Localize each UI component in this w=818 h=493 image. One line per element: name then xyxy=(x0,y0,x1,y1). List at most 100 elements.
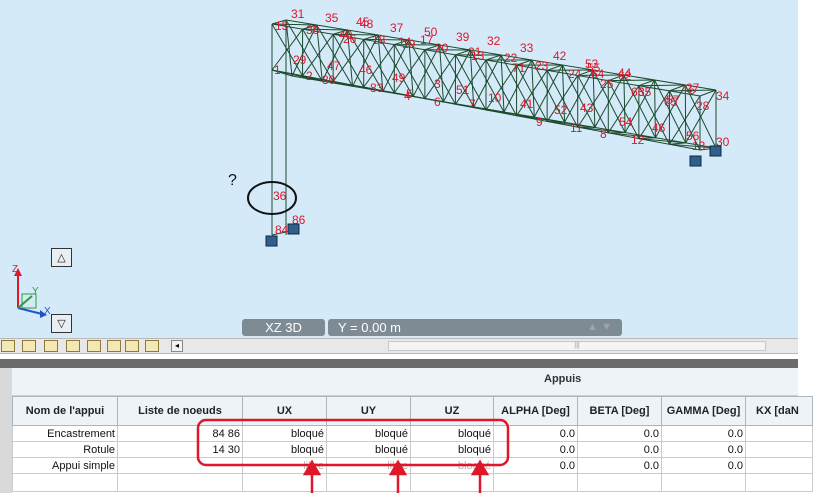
node-label: 51 xyxy=(456,83,470,97)
uz-cell[interactable]: bloqué xyxy=(410,457,494,474)
column-header[interactable]: ALPHA [Deg] xyxy=(493,396,578,426)
uz-cell[interactable]: bloqué xyxy=(410,441,494,458)
beta-cell[interactable]: 0.0 xyxy=(577,457,662,474)
grid-icon[interactable] xyxy=(22,340,36,352)
node-label: 17 xyxy=(420,33,434,47)
uy-cell[interactable]: bloqué xyxy=(326,425,411,442)
node-label: 34 xyxy=(716,89,730,103)
column-header[interactable]: Liste de noeuds xyxy=(117,396,243,426)
row-gutter xyxy=(0,368,12,493)
column-header[interactable]: GAMMA [Deg] xyxy=(661,396,746,426)
gamma-cell[interactable]: 0.0 xyxy=(661,457,746,474)
view-mode-label[interactable]: XZ 3D xyxy=(242,319,325,336)
axis-x-label: X xyxy=(44,306,50,317)
node-label: 2 xyxy=(306,69,313,83)
support-icon[interactable] xyxy=(44,340,58,352)
load-icon[interactable] xyxy=(66,340,80,352)
scroll-left-button[interactable]: ◂ xyxy=(171,340,183,352)
node-label: 84 xyxy=(275,223,289,237)
ux-cell[interactable]: libre xyxy=(242,457,327,474)
node-label: 27 xyxy=(686,81,700,95)
node-label: 31 xyxy=(291,7,305,21)
axis-y-label: Y xyxy=(32,286,39,297)
support-marker xyxy=(287,223,300,235)
uy-cell[interactable]: bloqué xyxy=(326,441,411,458)
node-list-cell[interactable] xyxy=(117,457,243,474)
node-label: 10 xyxy=(488,91,502,105)
support-name-cell[interactable]: Rotule xyxy=(12,441,118,458)
support-name-cell[interactable]: Appui simple xyxy=(12,457,118,474)
axis-z-label: Z xyxy=(12,264,18,275)
coordinate-arrows-icon[interactable]: ▲ ▼ xyxy=(587,319,612,336)
view-toolbar: ◂ ||| xyxy=(0,338,798,354)
node-label: 28 xyxy=(696,99,710,113)
kx-cell[interactable] xyxy=(745,457,813,474)
panel-separator[interactable] xyxy=(0,359,798,368)
ux-cell[interactable]: bloqué xyxy=(242,425,327,442)
beta-cell[interactable]: 0.0 xyxy=(577,425,662,442)
kx-cell[interactable] xyxy=(745,441,813,458)
column-header[interactable]: BETA [Deg] xyxy=(577,396,662,426)
node-label: 23 xyxy=(535,59,549,73)
gamma-cell[interactable]: 0.0 xyxy=(661,425,746,442)
node-label: 35 xyxy=(325,11,339,25)
uz-cell[interactable]: bloqué xyxy=(410,425,494,442)
node-label: 32 xyxy=(487,34,501,48)
table-row[interactable]: Encastrement 84 86 bloqué bloqué bloqué … xyxy=(12,425,813,442)
node-list-cell[interactable]: 84 86 xyxy=(117,425,243,442)
node-label: 18 xyxy=(372,33,386,47)
node-label: 11 xyxy=(570,121,583,135)
node-label: 57 xyxy=(666,93,680,107)
3d-viewport[interactable]: 31 35 45 15 38 40 48 37 50 39 32 18 26 17 19 20 14 21 13 33… xyxy=(0,0,798,338)
kx-cell[interactable] xyxy=(745,425,813,442)
node-label: 5 xyxy=(406,87,413,101)
node-label: 29 xyxy=(293,53,307,67)
rotate-up-button[interactable]: △ xyxy=(51,248,72,267)
node-list-cell[interactable]: 14 30 xyxy=(117,441,243,458)
column-header[interactable]: KX [daN xyxy=(745,396,813,426)
support-markers xyxy=(265,145,722,247)
node-label: 42 xyxy=(553,49,567,63)
alpha-cell[interactable]: 0.0 xyxy=(493,441,578,458)
node-label: 9 xyxy=(536,115,543,129)
column-header[interactable]: UX xyxy=(242,396,327,426)
table-group-title: Appuis xyxy=(544,373,582,385)
node-label: 24 xyxy=(568,67,582,81)
gamma-cell[interactable]: 0.0 xyxy=(661,441,746,458)
coordinate-label[interactable]: Y = 0.00 m ▲ ▼ xyxy=(328,319,622,336)
column-header[interactable]: UZ xyxy=(410,396,494,426)
axis-gizmo: Z Y X △ ▽ xyxy=(10,248,74,334)
rotate-down-button[interactable]: ▽ xyxy=(51,314,72,333)
node-label: 35 xyxy=(638,85,652,99)
truss-member xyxy=(608,79,655,82)
numbering-icon[interactable] xyxy=(145,340,159,352)
node-label: 46 xyxy=(359,63,373,77)
axis-triad-icon: Z Y X xyxy=(12,264,50,318)
node-label: 26 xyxy=(343,32,357,46)
structure-view: 31 35 4515 38 4048 37 50 39 321826 1719 2014211333… xyxy=(247,7,730,247)
node-label: 1 xyxy=(274,63,281,77)
alpha-cell[interactable]: 0.0 xyxy=(493,425,578,442)
frame-icon[interactable] xyxy=(87,340,101,352)
supports-table-panel: Appuis Nom de l'appui Liste de noeuds UX… xyxy=(0,354,813,493)
horizontal-scrollbar[interactable]: ||| xyxy=(388,341,766,351)
column-header[interactable]: UY xyxy=(326,396,411,426)
node-label: 25 xyxy=(600,77,614,91)
line-icon[interactable] xyxy=(125,340,139,352)
node-label: 12 xyxy=(631,133,645,147)
beta-cell[interactable]: 0.0 xyxy=(577,441,662,458)
node-label: 33 xyxy=(520,41,534,55)
support-name-cell[interactable]: Encastrement xyxy=(12,425,118,442)
bar-icon[interactable] xyxy=(107,340,121,352)
table-row-empty[interactable] xyxy=(12,473,813,492)
table-row[interactable]: Rotule 14 30 bloqué bloqué bloqué 0.0 0.… xyxy=(12,441,813,458)
table-row[interactable]: Appui simple libre libre bloqué 0.0 0.0 … xyxy=(12,457,813,474)
ux-cell[interactable]: bloqué xyxy=(242,441,327,458)
uy-cell[interactable]: libre xyxy=(326,457,411,474)
node-label: 43 xyxy=(580,101,594,115)
alpha-cell[interactable]: 0.0 xyxy=(493,457,578,474)
node-label: 14 xyxy=(398,35,412,49)
ruler-icon[interactable] xyxy=(1,340,15,352)
column-header[interactable]: Nom de l'appui xyxy=(12,396,118,426)
table-header-row: Nom de l'appui Liste de noeuds UX UY UZ … xyxy=(12,396,813,426)
